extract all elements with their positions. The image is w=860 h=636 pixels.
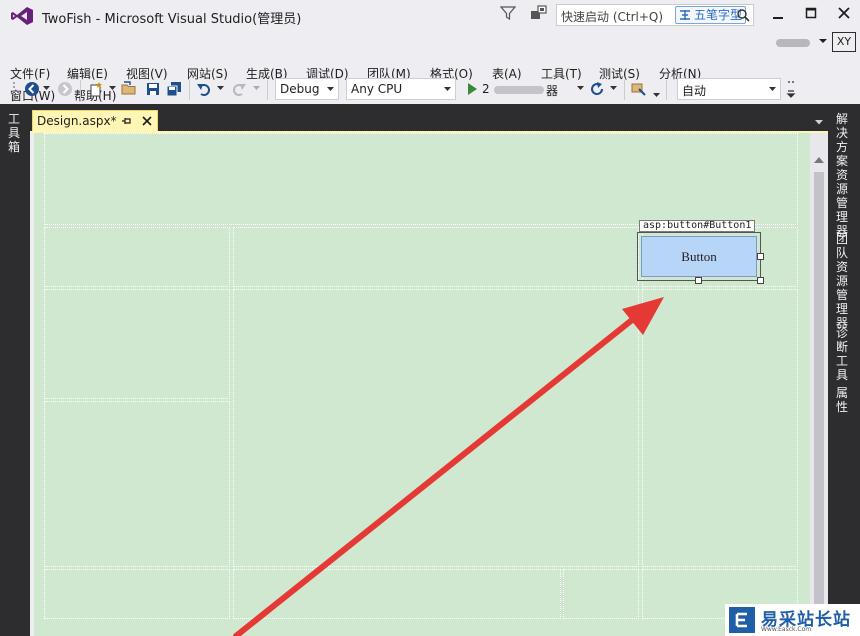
undo-icon[interactable] <box>196 81 212 97</box>
platform-value: Any CPU <box>351 82 403 96</box>
resize-handle-right[interactable] <box>757 253 764 260</box>
team-explorer-dock-tab[interactable]: 团队资源管理器 <box>836 232 850 330</box>
toolbar-grip[interactable] <box>12 81 16 99</box>
minimize-icon[interactable] <box>764 4 792 24</box>
new-project-icon[interactable] <box>88 81 104 97</box>
redo-icon <box>233 84 246 96</box>
toolbar-separator <box>267 80 268 100</box>
chevron-down-icon[interactable] <box>43 86 50 91</box>
ime-icon <box>680 10 690 20</box>
watermark: 易采站长站 Www.Easck.Com <box>725 604 860 636</box>
scroll-up-icon[interactable] <box>814 157 824 163</box>
element-tag-label: asp:button#Button1 <box>639 220 756 232</box>
browser-link-icon[interactable] <box>631 81 647 97</box>
quick-launch-placeholder: 快速启动 (Ctrl+Q) <box>561 10 664 24</box>
layout-cell[interactable] <box>563 569 639 619</box>
toolbar-overflow-icon[interactable] <box>786 79 796 99</box>
open-folder-icon[interactable] <box>121 81 137 97</box>
resize-handle-bottom-right[interactable] <box>757 277 764 284</box>
configuration-value: Debug <box>280 82 320 96</box>
chevron-down-icon <box>253 86 260 90</box>
menu-bar: 文件(F) 编辑(E) 视图(V) 网站(S) 生成(B) 调试(D) 团队(M… <box>0 32 860 103</box>
chevron-down-icon[interactable] <box>217 86 224 91</box>
chevron-down-icon[interactable] <box>610 86 617 91</box>
configuration-select[interactable]: Debug <box>275 78 339 100</box>
close-icon[interactable] <box>141 115 153 127</box>
site-logo-icon <box>729 607 755 633</box>
layout-cell[interactable] <box>44 227 230 287</box>
navigate-forward-icon <box>58 82 72 96</box>
user-name-redacted[interactable] <box>776 39 810 47</box>
ime-label: 五笔字型 <box>694 8 743 22</box>
layout-cell[interactable] <box>44 401 230 567</box>
layout-cell[interactable] <box>44 289 230 399</box>
layout-cell[interactable] <box>233 227 639 287</box>
toolbar-separator <box>624 80 625 100</box>
layout-cell[interactable] <box>44 133 798 225</box>
run-target-prefix[interactable]: 2 <box>482 82 490 96</box>
toolbar-separator <box>666 80 667 100</box>
solution-explorer-dock-tab[interactable]: 解决方案资源管理器 <box>836 112 850 238</box>
notification-filter-icon[interactable] <box>500 5 516 21</box>
toolbar-separator <box>80 80 81 100</box>
window-title: TwoFish - Microsoft Visual Studio(管理员) <box>42 12 302 27</box>
visual-studio-logo-icon <box>11 7 33 25</box>
scrollbar-thumb[interactable] <box>814 172 824 636</box>
save-icon[interactable] <box>145 81 161 97</box>
run-target-suffix[interactable]: 器 <box>546 82 558 99</box>
chevron-down-icon <box>769 87 776 91</box>
refresh-icon[interactable] <box>589 81 605 97</box>
resize-handle-bottom[interactable] <box>695 277 702 284</box>
quick-launch-input[interactable]: 快速启动 (Ctrl+Q) 五笔字型 <box>556 4 754 26</box>
navigate-back-icon[interactable] <box>24 81 40 97</box>
platform-select[interactable]: Any CPU <box>346 78 456 100</box>
block-format-select[interactable]: 自动 <box>677 78 781 100</box>
diagnostic-tools-dock-tab[interactable]: 诊断工具 <box>836 326 850 382</box>
play-icon[interactable] <box>464 81 480 97</box>
toolbox-dock-tab[interactable]: 工具箱 <box>8 112 22 154</box>
layout-cell[interactable] <box>233 569 561 619</box>
chevron-down-icon[interactable] <box>577 86 584 91</box>
layout-cell[interactable] <box>233 289 639 567</box>
chevron-down-icon[interactable] <box>109 86 116 91</box>
tab-design-aspx[interactable]: Design.aspx* <box>32 110 158 132</box>
watermark-url: Www.Easck.Com <box>761 626 812 633</box>
close-window-icon[interactable] <box>830 4 858 24</box>
pin-icon[interactable] <box>121 115 133 127</box>
title-bar: TwoFish - Microsoft Visual Studio(管理员) 快… <box>0 0 860 32</box>
chevron-down-icon[interactable] <box>818 36 828 46</box>
layout-cell[interactable] <box>44 569 230 619</box>
feedback-icon[interactable] <box>530 5 548 21</box>
block-format-value: 自动 <box>682 84 707 98</box>
chevron-down-icon <box>444 87 451 91</box>
avatar[interactable]: XY <box>832 32 856 52</box>
run-target-redacted[interactable] <box>494 86 544 94</box>
chevron-down-icon[interactable] <box>653 93 660 98</box>
maximize-icon[interactable] <box>797 4 825 24</box>
save-all-icon[interactable] <box>166 81 182 97</box>
chevron-down-icon <box>327 87 334 91</box>
properties-dock-tab[interactable]: 属性 <box>836 386 850 414</box>
tab-label: Design.aspx* <box>37 114 117 128</box>
toolbar-separator <box>189 80 190 100</box>
search-icon[interactable] <box>736 8 750 22</box>
asp-button-button1[interactable]: Button <box>641 236 757 277</box>
chevron-down-icon[interactable] <box>815 120 823 125</box>
layout-cell[interactable] <box>642 289 798 567</box>
left-dock-bar <box>0 104 30 636</box>
